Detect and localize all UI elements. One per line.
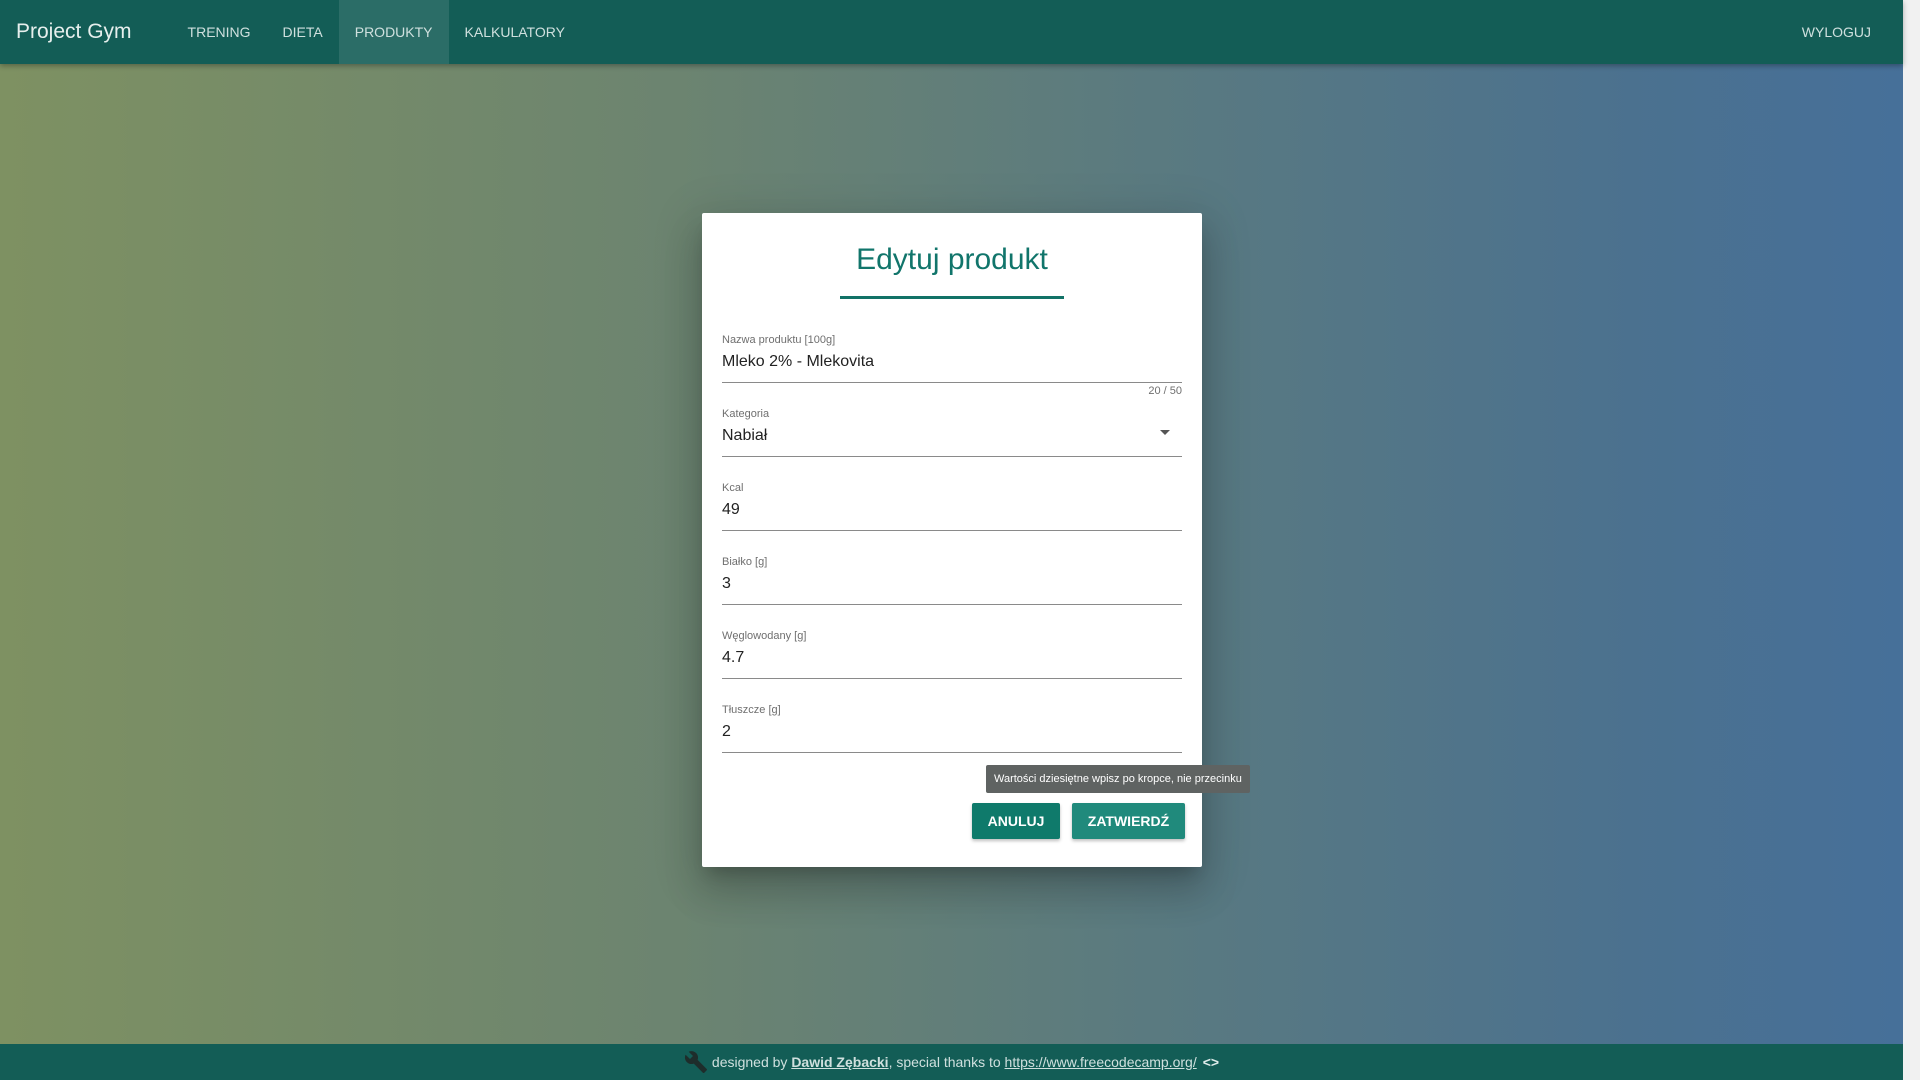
carbs-label: Węglowodany [g]: [722, 630, 807, 642]
wrench-icon: [684, 1051, 707, 1073]
logout-button[interactable]: WYLOGUJ: [1786, 0, 1887, 64]
author-link[interactable]: Dawid Zębacki: [791, 1054, 888, 1070]
fat-label: Tłuszcze [g]: [722, 704, 781, 716]
kcal-label: Kcal: [722, 482, 744, 494]
category-label: Kategoria: [722, 408, 770, 420]
freecodecamp-link[interactable]: https://www.freecodecamp.org/: [1005, 1054, 1197, 1070]
dropdown-arrow-icon[interactable]: [1160, 430, 1170, 435]
protein-label: Białko [g]: [722, 556, 768, 568]
page-scrollbar[interactable]: [1903, 0, 1920, 1080]
title-underline: [840, 296, 1064, 299]
protein-field[interactable]: Białko [g]: [722, 556, 1182, 605]
code-icon: <>: [1202, 1054, 1220, 1070]
decimal-hint-tooltip: Wartości dziesiętne wpisz po kropce, nie…: [986, 765, 1250, 793]
top-navbar: Project Gym TRENING DIETA PRODUKTY KALKU…: [0, 0, 1903, 64]
nav-item-produkty[interactable]: PRODUKTY: [338, 0, 449, 64]
character-counter: 20 / 50: [1148, 385, 1182, 397]
cancel-button[interactable]: ANULUJ: [972, 803, 1060, 839]
category-value: Nabiał: [722, 427, 768, 444]
nav-item-trening[interactable]: TRENING: [172, 0, 267, 64]
fat-input[interactable]: [722, 723, 1152, 741]
confirm-button[interactable]: ZATWIERDŹ: [1072, 803, 1185, 839]
footer-prefix: designed by: [711, 1054, 788, 1070]
category-select[interactable]: Kategoria Nabiał: [722, 408, 1182, 457]
product-name-field[interactable]: Nazwa produktu [100g]: [722, 334, 1182, 383]
protein-input[interactable]: [722, 575, 1152, 593]
fat-field[interactable]: Tłuszcze [g]: [722, 704, 1182, 753]
product-name-input[interactable]: [722, 353, 1152, 371]
carbs-field[interactable]: Węglowodany [g]: [722, 630, 1182, 679]
kcal-field[interactable]: Kcal: [722, 482, 1182, 531]
carbs-input[interactable]: [722, 649, 1152, 667]
brand-logo[interactable]: Project Gym: [0, 20, 172, 44]
page-footer: designed by Dawid Zębacki , special than…: [0, 1044, 1903, 1080]
footer-thanks: , special thanks to: [888, 1054, 1001, 1070]
nav-item-kalkulatory[interactable]: KALKULATORY: [449, 0, 581, 64]
nav-item-dieta[interactable]: DIETA: [267, 0, 339, 64]
product-name-label: Nazwa produktu [100g]: [722, 334, 836, 346]
kcal-input[interactable]: [722, 501, 1152, 519]
dialog-title: Edytuj produkt: [856, 243, 1048, 276]
